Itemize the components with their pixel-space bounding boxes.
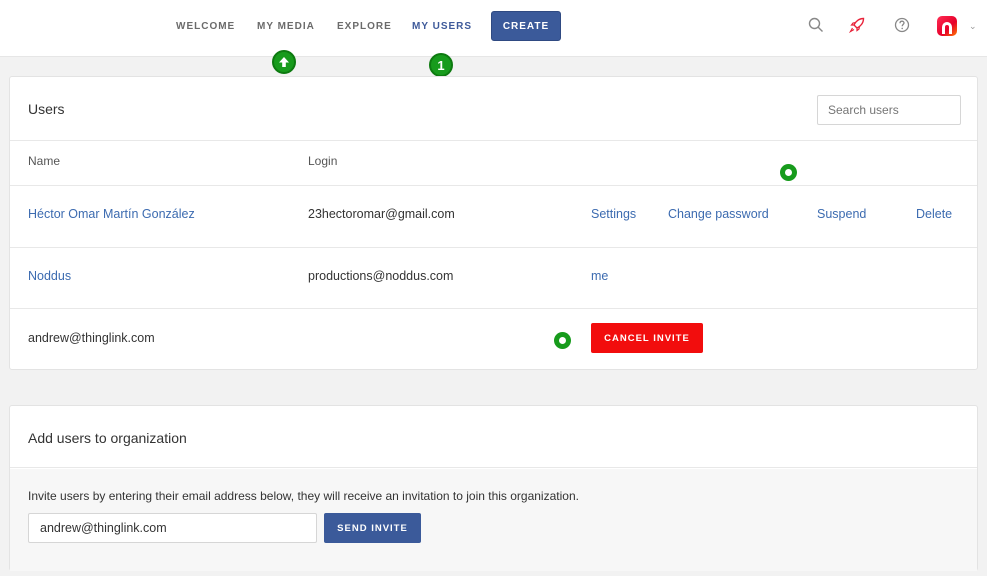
rocket-icon[interactable] — [846, 14, 868, 36]
nav-my-users[interactable]: MY USERS — [412, 21, 472, 32]
cancel-invite-button[interactable]: CANCEL INVITE — [591, 323, 703, 353]
divider — [10, 308, 977, 309]
arrow-up-icon — [272, 50, 296, 74]
delete-link[interactable]: Delete — [916, 207, 952, 221]
send-invite-button[interactable]: SEND INVITE — [324, 513, 421, 543]
avatar[interactable] — [937, 16, 957, 36]
nav-explore[interactable]: EXPLORE — [337, 21, 392, 32]
add-users-title: Add users to organization — [28, 430, 187, 446]
search-users-input[interactable] — [817, 95, 961, 125]
hotspot-marker — [554, 332, 571, 349]
invite-email-input[interactable] — [28, 513, 317, 543]
add-users-card: Add users to organization Invite users b… — [9, 405, 978, 571]
search-icon[interactable] — [805, 14, 827, 36]
create-button[interactable]: CREATE — [491, 11, 561, 41]
divider — [10, 185, 977, 186]
nav-my-media[interactable]: MY MEDIA — [257, 21, 315, 32]
me-link[interactable]: me — [591, 269, 608, 283]
user-login: productions@noddus.com — [308, 269, 454, 283]
help-icon[interactable] — [891, 14, 913, 36]
step-one-marker: 1 — [429, 53, 453, 77]
suspend-link[interactable]: Suspend — [817, 207, 866, 221]
hotspot-marker — [780, 164, 797, 181]
column-header-name: Name — [28, 154, 61, 168]
users-card: Users Name Login Héctor Omar Martín Gonz… — [9, 76, 978, 370]
users-title: Users — [28, 101, 65, 117]
add-users-body: Invite users by entering their email add… — [10, 469, 977, 571]
invited-email: andrew@thinglink.com — [28, 331, 155, 345]
nav-welcome[interactable]: WELCOME — [176, 21, 235, 32]
user-name-link[interactable]: Noddus — [28, 269, 71, 283]
chevron-down-icon[interactable]: ⌄ — [969, 21, 977, 32]
user-name-link[interactable]: Héctor Omar Martín González — [28, 207, 195, 221]
invite-instructions: Invite users by entering their email add… — [28, 489, 579, 503]
change-password-link[interactable]: Change password — [668, 207, 769, 221]
add-users-header: Add users to organization — [10, 406, 977, 468]
user-login: 23hectoromar@gmail.com — [308, 207, 455, 221]
divider — [10, 247, 977, 248]
column-header-login: Login — [308, 154, 338, 168]
top-navigation-bar: WELCOME MY MEDIA EXPLORE MY USERS CREATE… — [0, 0, 987, 57]
divider — [10, 140, 977, 141]
settings-link[interactable]: Settings — [591, 207, 636, 221]
